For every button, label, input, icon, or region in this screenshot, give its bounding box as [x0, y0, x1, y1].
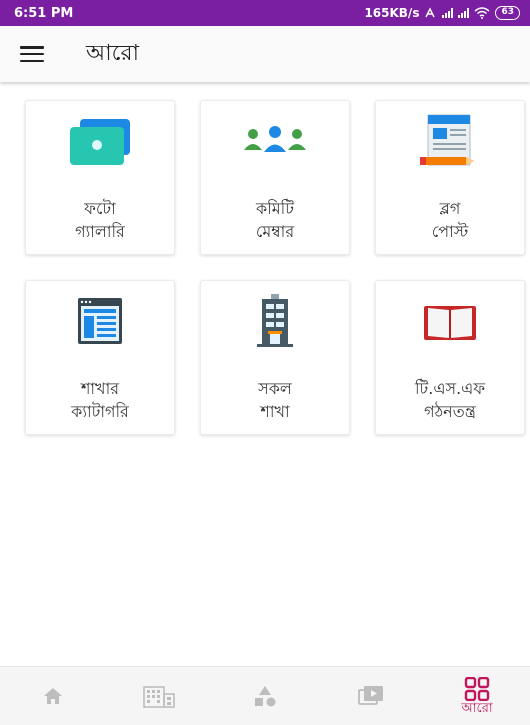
committee-members-icon	[239, 113, 311, 171]
menu-button[interactable]	[0, 26, 64, 82]
blog-post-icon	[414, 113, 486, 171]
video-icon	[358, 686, 383, 705]
battery-icon: 63	[495, 6, 520, 20]
menu-grid: ফটো গ্যালারি কমিটি মেম্বার ব্লগ পোস্ট শা…	[25, 100, 525, 435]
data-saver-icon	[425, 7, 436, 18]
card-all-branches[interactable]: সকল শাখা	[200, 280, 350, 435]
bottom-nav: আরো	[0, 666, 530, 725]
more-grid-icon	[464, 676, 490, 701]
card-label: শাখার ক্যাটাগরি	[71, 379, 129, 421]
constitution-book-icon	[414, 293, 486, 351]
nav-more-label: আরো	[461, 700, 493, 716]
card-label: টি.এস.এফ গঠনতন্ত্র	[414, 379, 486, 421]
building-icon	[143, 686, 175, 708]
status-time: 6:51 PM	[14, 5, 74, 21]
photo-gallery-icon	[64, 113, 136, 171]
card-photo-gallery[interactable]: ফটো গ্যালারি	[25, 100, 175, 255]
hamburger-menu-icon	[20, 46, 44, 62]
network-speed: 165KB/s	[364, 6, 420, 20]
card-label: ব্লগ পোস্ট	[431, 199, 469, 241]
nav-video[interactable]	[331, 667, 411, 725]
page-title: আরো	[86, 40, 139, 66]
card-branch-category[interactable]: শাখার ক্যাটাগরি	[25, 280, 175, 435]
nav-branches[interactable]	[119, 667, 199, 725]
app-bar: আরো	[0, 26, 530, 82]
wifi-icon	[474, 7, 490, 19]
card-committee-members[interactable]: কমিটি মেম্বার	[200, 100, 350, 255]
card-label: সকল শাখা	[258, 379, 292, 421]
card-blog-post[interactable]: ব্লগ পোস্ট	[375, 100, 525, 255]
signal-2-icon	[458, 8, 470, 18]
status-indicators: 165KB/s 63	[364, 6, 520, 20]
nav-home[interactable]	[13, 667, 93, 725]
all-branches-icon	[239, 293, 311, 351]
status-bar: 6:51 PM 165KB/s 63	[0, 0, 530, 26]
home-icon	[44, 688, 62, 704]
nav-more[interactable]: আরো	[437, 667, 517, 725]
card-label: কমিটি মেম্বার	[255, 199, 295, 241]
shapes-icon	[255, 686, 276, 707]
nav-shapes[interactable]	[225, 667, 305, 725]
branch-category-icon	[64, 293, 136, 351]
card-label: ফটো গ্যালারি	[75, 199, 125, 241]
card-constitution[interactable]: টি.এস.এফ গঠনতন্ত্র	[375, 280, 525, 435]
signal-1-icon	[442, 8, 454, 18]
